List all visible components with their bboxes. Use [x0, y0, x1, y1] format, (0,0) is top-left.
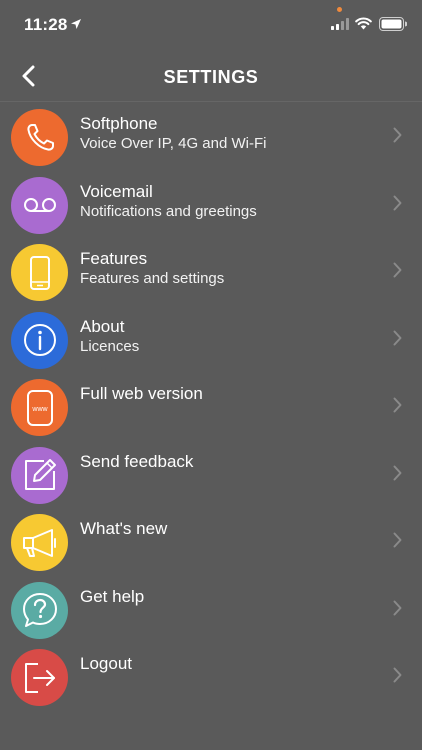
chevron-right-icon: [393, 195, 402, 210]
row-subtitle: Licences: [80, 337, 140, 355]
about-icon-circle: [11, 311, 68, 369]
settings-row-get-help[interactable]: Get help: [0, 576, 422, 644]
location-arrow-icon: [71, 19, 81, 29]
settings-list: Softphone Voice Over IP, 4G and Wi-Fi Vo…: [0, 103, 422, 711]
help-bubble-icon: [22, 593, 57, 627]
web-version-icon-circle: www: [11, 379, 68, 436]
whats-new-icon-circle: [11, 514, 68, 571]
row-title: Send feedback: [80, 451, 194, 471]
chevron-right-icon: [393, 330, 402, 345]
chevron-right-icon: [393, 600, 402, 615]
settings-row-send-feedback[interactable]: Send feedback: [0, 441, 422, 509]
edit-icon: [24, 459, 56, 490]
row-title: Features: [80, 249, 148, 268]
info-icon: [23, 324, 56, 356]
row-title: Full web version: [80, 384, 203, 403]
settings-row-voicemail[interactable]: Voicemail Notifications and greetings: [0, 171, 422, 239]
wifi-icon: [355, 17, 372, 30]
status-bar: 11:28: [0, 0, 422, 50]
row-title: Voicemail: [80, 181, 153, 201]
settings-row-whats-new[interactable]: What's new: [0, 508, 422, 576]
settings-row-softphone[interactable]: Softphone Voice Over IP, 4G and Wi-Fi: [0, 103, 422, 171]
chevron-right-icon: [393, 397, 402, 413]
row-title: What's new: [80, 519, 168, 538]
chevron-right-icon: [393, 262, 402, 278]
logout-icon: [24, 662, 55, 693]
features-icon-circle: [11, 244, 68, 301]
row-subtitle: Features and settings: [80, 270, 225, 287]
voicemail-icon: [23, 198, 56, 212]
help-icon-circle: [11, 581, 68, 639]
svg-text:www: www: [31, 406, 48, 413]
settings-row-features[interactable]: Features Features and settings: [0, 238, 422, 306]
row-title: Get help: [80, 586, 145, 606]
row-title: Softphone: [80, 114, 158, 133]
megaphone-icon: [22, 528, 56, 557]
status-time: 11:28: [24, 15, 68, 34]
settings-row-logout[interactable]: Logout: [0, 643, 422, 711]
chevron-right-icon: [393, 127, 402, 143]
page-title: SETTINGS: [163, 67, 259, 87]
navigation-bar: SETTINGS: [0, 50, 422, 102]
chevron-right-icon: [393, 532, 402, 548]
row-subtitle: Voice Over IP, 4G and Wi-Fi: [80, 135, 267, 152]
chevron-right-icon: [393, 465, 402, 480]
softphone-icon-circle: [11, 109, 68, 166]
mobile-device-icon: [29, 255, 50, 290]
settings-row-about[interactable]: About Licences: [0, 306, 422, 374]
row-title: About: [80, 316, 125, 336]
voicemail-icon-circle: [11, 176, 68, 234]
row-title: Logout: [80, 654, 132, 673]
logout-icon-circle: [11, 649, 68, 706]
chevron-right-icon: [393, 667, 402, 683]
phone-icon: [26, 123, 54, 151]
settings-row-full-web-version[interactable]: www Full web version: [0, 373, 422, 441]
www-device-icon: www: [26, 389, 53, 426]
battery-icon: [379, 17, 407, 31]
row-subtitle: Notifications and greetings: [80, 202, 257, 220]
cellular-signal-icon: [331, 18, 349, 30]
feedback-icon-circle: [11, 446, 68, 504]
privacy-indicator-dot: [337, 7, 342, 12]
